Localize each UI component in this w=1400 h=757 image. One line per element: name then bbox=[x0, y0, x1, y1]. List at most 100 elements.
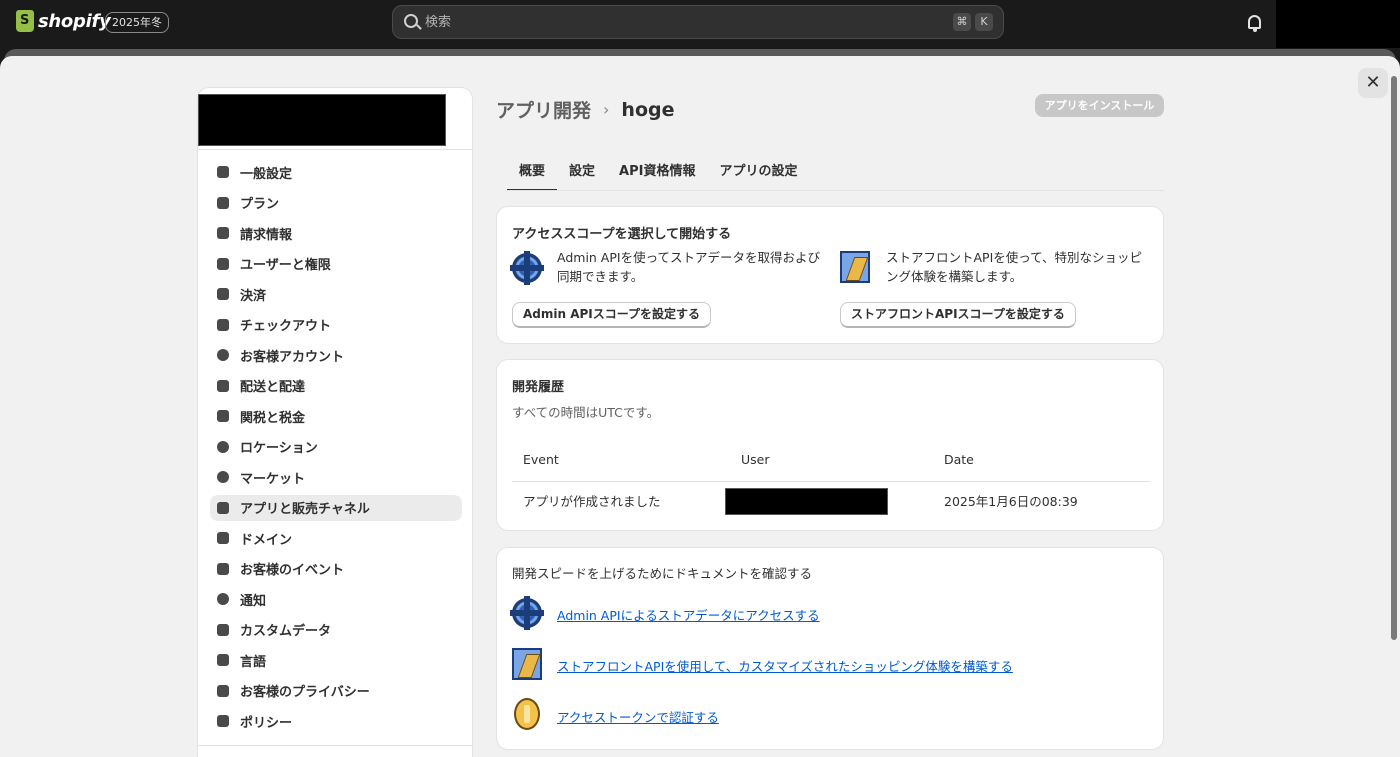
access-token-coin-icon bbox=[514, 698, 540, 730]
sidebar-item-label: マーケット bbox=[240, 471, 306, 487]
policy-icon bbox=[216, 714, 230, 728]
column-header-date: Date bbox=[944, 452, 974, 467]
admin-api-gear-icon bbox=[510, 596, 544, 630]
card-title: アクセススコープを選択して開始する bbox=[512, 227, 732, 242]
sidebar-item[interactable]: ポリシー bbox=[210, 708, 462, 734]
sidebar-item-label: チェックアウト bbox=[240, 319, 332, 334]
sidebar-item[interactable]: チェックアウト bbox=[210, 312, 462, 338]
sidebar-item[interactable]: 配送と配達 bbox=[210, 373, 462, 399]
plan-icon bbox=[216, 196, 230, 210]
truck-icon bbox=[216, 379, 230, 393]
redacted-user-cell bbox=[725, 488, 888, 515]
sidebar-item-label: 関税と税金 bbox=[240, 410, 306, 426]
search-input[interactable] bbox=[425, 12, 925, 32]
tax-bag-icon bbox=[216, 409, 230, 423]
admin-desc-line2: 同期できます。 bbox=[557, 269, 644, 284]
sidebar-item[interactable]: 通知 bbox=[210, 586, 462, 612]
install-app-button[interactable]: アプリをインストール bbox=[1035, 94, 1164, 117]
sidebar-item[interactable]: 決済 bbox=[210, 281, 462, 307]
storefront-api-ruler-icon bbox=[512, 648, 542, 680]
tab-app-settings[interactable]: アプリの設定 bbox=[707, 154, 809, 191]
payments-icon bbox=[216, 287, 230, 301]
top-bar: shopify 2025年冬 ⌘ K bbox=[0, 0, 1400, 48]
sidebar-item-label: ポリシー bbox=[240, 715, 293, 731]
person-icon bbox=[216, 348, 230, 362]
breadcrumb-parent[interactable]: アプリ開発 bbox=[496, 96, 591, 123]
sidebar-item[interactable]: カスタムデータ bbox=[210, 617, 462, 643]
sidebar-item-label: 配送と配達 bbox=[240, 380, 306, 395]
sidebar-item-label: カスタムデータ bbox=[240, 624, 332, 639]
users-icon bbox=[216, 257, 230, 271]
lock-icon bbox=[216, 684, 230, 698]
close-icon: ✕ bbox=[1365, 72, 1381, 93]
settings-nav: 一般設定プラン請求情報ユーザーと権限 決済チェックアウト お客様アカウント 配送と配達… bbox=[210, 159, 462, 739]
sidebar-item[interactable]: お客様のプライバシー bbox=[210, 678, 462, 704]
sidebar-item[interactable]: お客様アカウント bbox=[210, 342, 462, 368]
sidebar-item-label: ユーザーと権限 bbox=[240, 258, 331, 273]
sidebar-item[interactable]: プラン bbox=[210, 190, 462, 216]
storefront-desc-line1: ストアフロントAPIを使って、特別なショッピ bbox=[886, 250, 1143, 265]
sidebar-item-label: 決済 bbox=[240, 288, 267, 304]
sidebar-item[interactable]: 一般設定 bbox=[210, 159, 462, 185]
apps-icon bbox=[216, 501, 230, 515]
sidebar-item-label: 言語 bbox=[240, 654, 267, 670]
page-title: hoge bbox=[621, 98, 675, 121]
storefront-api-description: ストアフロントAPIを使って、特別なショッピ ング体験を構築します。 bbox=[886, 248, 1142, 286]
table-divider bbox=[512, 481, 1150, 482]
sidebar-item[interactable]: アプリと販売チャネル bbox=[210, 494, 462, 521]
sidebar-item[interactable]: ユーザーと権限 bbox=[210, 251, 462, 277]
globe-icon bbox=[216, 470, 230, 484]
development-history-card: 開発履歴 すべての時間はUTCです。 Event User Date アプリが作… bbox=[496, 359, 1164, 531]
sidebar-item[interactable]: ドメイン bbox=[210, 525, 462, 551]
tabs-divider bbox=[507, 190, 1164, 191]
sidebar-item-label: アプリと販売チャネル bbox=[240, 502, 370, 517]
redacted-store-selector[interactable] bbox=[198, 94, 446, 146]
sidebar-item-label: お客様アカウント bbox=[240, 349, 345, 365]
search-bar[interactable]: ⌘ K bbox=[392, 5, 1004, 39]
sidebar-divider bbox=[198, 149, 472, 150]
shopify-logo[interactable]: shopify bbox=[16, 10, 111, 32]
database-icon bbox=[216, 623, 230, 637]
sidebar-item[interactable]: 請求情報 bbox=[210, 220, 462, 246]
tab-bar: 概要 設定 API資格情報 アプリの設定 bbox=[507, 154, 809, 191]
sidebar-item[interactable]: 関税と税金 bbox=[210, 403, 462, 429]
column-header-user: User bbox=[741, 452, 770, 467]
notification-bell-icon[interactable] bbox=[1248, 15, 1261, 32]
column-header-event: Event bbox=[523, 452, 559, 467]
sidebar-item-label: お客様のプライバシー bbox=[240, 685, 370, 700]
access-token-doc-link[interactable]: アクセストークンで認証する bbox=[557, 707, 719, 726]
domain-icon bbox=[216, 531, 230, 545]
sidebar-item[interactable]: ロケーション bbox=[210, 434, 462, 460]
storefront-api-ruler-icon bbox=[840, 251, 870, 283]
sidebar-item-label: 通知 bbox=[240, 593, 267, 609]
location-pin-icon bbox=[216, 440, 230, 454]
admin-api-gear-icon bbox=[510, 251, 544, 285]
cart-icon bbox=[216, 318, 230, 332]
storefront-api-doc-link[interactable]: ストアフロントAPIを使用して、カスタマイズされたショッピング体験を構築する bbox=[557, 656, 1013, 675]
sidebar-item-label: ドメイン bbox=[240, 532, 293, 548]
sidebar-item-label: ロケーション bbox=[240, 441, 318, 456]
sidebar-item[interactable]: マーケット bbox=[210, 464, 462, 490]
shortcut-cmd-key: ⌘ bbox=[953, 13, 971, 31]
admin-desc-line1: Admin APIを使ってストアデータを取得および bbox=[557, 250, 820, 265]
configure-admin-api-scopes-button[interactable]: Admin APIスコープを設定する bbox=[512, 302, 712, 328]
documentation-card: 開発スピードを上げるためにドキュメントを確認する Admin APIによるストア… bbox=[496, 547, 1164, 750]
tab-configuration[interactable]: 設定 bbox=[557, 154, 607, 191]
tab-api-credentials[interactable]: API資格情報 bbox=[607, 154, 707, 191]
tab-overview[interactable]: 概要 bbox=[507, 154, 558, 191]
sidebar-item[interactable]: お客様のイベント bbox=[210, 556, 462, 582]
close-button[interactable]: ✕ bbox=[1358, 68, 1388, 98]
configure-storefront-api-scopes-button[interactable]: ストアフロントAPIスコープを設定する bbox=[840, 302, 1076, 328]
sidebar-item[interactable]: 言語 bbox=[210, 647, 462, 673]
sidebar-item-label: 一般設定 bbox=[240, 166, 293, 182]
settings-modal: ✕ 一般設定プラン請求情報ユーザーと権限 決済チェックアウト お客様アカウント 配送と… bbox=[0, 56, 1400, 757]
edition-badge[interactable]: 2025年冬 bbox=[105, 12, 169, 33]
docs-intro: 開発スピードを上げるためにドキュメントを確認する bbox=[512, 566, 813, 581]
scrollbar[interactable] bbox=[1391, 76, 1397, 640]
admin-api-doc-link[interactable]: Admin APIによるストアデータにアクセスする bbox=[557, 605, 820, 624]
logo-text: shopify bbox=[38, 10, 111, 32]
date-cell: 2025年1月6日の08:39 bbox=[944, 494, 1078, 509]
settings-sidebar: 一般設定プラン請求情報ユーザーと権限 決済チェックアウト お客様アカウント 配送と配達… bbox=[197, 87, 473, 757]
timezone-note: すべての時間はUTCです。 bbox=[512, 405, 660, 420]
store-icon bbox=[216, 165, 230, 179]
